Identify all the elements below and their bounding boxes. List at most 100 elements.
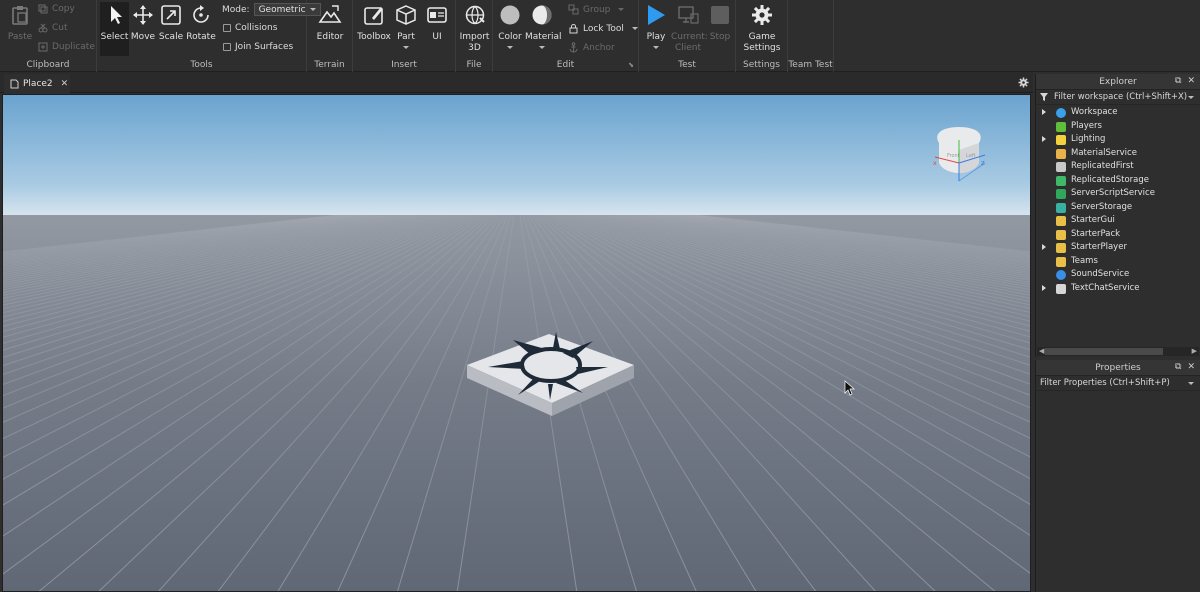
cut-button[interactable]: Cut: [38, 23, 68, 33]
chevron-down-icon[interactable]: [1188, 382, 1194, 385]
group-dropdown-icon[interactable]: [618, 8, 625, 11]
material-dropdown-icon[interactable]: [539, 46, 545, 49]
properties-panel: Properties ⧉ ✕ Filter Properties (Ctrl+Sh…: [1035, 360, 1200, 592]
view-cube[interactable]: Front Left x z: [933, 127, 986, 182]
select-button[interactable]: Select: [100, 2, 129, 56]
properties-filter[interactable]: Filter Properties (Ctrl+Shift+P): [1036, 376, 1200, 391]
scroll-thumb[interactable]: [1045, 348, 1163, 355]
copy-button[interactable]: Copy: [38, 4, 75, 14]
explorer-tree: Workspace Players Lighting MaterialService R…: [1036, 105, 1200, 295]
explorer-item-replicatedstorage[interactable]: ReplicatedStorage: [1036, 174, 1200, 188]
document-tab-bar: Place2 ✕: [0, 72, 1033, 93]
collisions-label: Collisions: [235, 23, 278, 33]
ground-grid: Front Left x z: [3, 127, 1030, 591]
popout-icon[interactable]: ⧉: [1175, 76, 1181, 86]
color-dropdown-icon[interactable]: [507, 46, 513, 49]
part-cube-icon: [396, 5, 416, 25]
explorer-item-label: Players: [1071, 120, 1102, 131]
part-label: Part: [397, 32, 415, 42]
part-dropdown-icon[interactable]: [403, 46, 409, 49]
explorer-item-label: Workspace: [1071, 107, 1118, 117]
explorer-item-starterpack[interactable]: StarterPack: [1036, 228, 1200, 242]
join-surfaces-toggle[interactable]: Join Surfaces: [223, 42, 293, 52]
horizontal-scrollbar[interactable]: ◀ ▶: [1037, 347, 1199, 356]
color-button[interactable]: Color: [497, 2, 523, 49]
explorer-item-replicatedfirst[interactable]: ReplicatedFirst: [1036, 160, 1200, 174]
game-settings-label-line2: Settings: [743, 43, 781, 53]
scroll-left-icon[interactable]: ◀: [1039, 348, 1044, 355]
explorer-item-label: SoundService: [1071, 269, 1130, 279]
clipboard-group: Paste Copy Cut Duplicate Clipboard: [0, 0, 97, 72]
game-settings-button[interactable]: Game Settings: [742, 2, 782, 54]
explorer-item-lighting[interactable]: Lighting: [1036, 133, 1200, 147]
part-with-star-decal[interactable]: [467, 332, 634, 416]
game-settings-label-line1: Game: [748, 32, 776, 42]
client-monitor-icon: [678, 6, 699, 24]
explorer-item-label: ReplicatedFirst: [1071, 161, 1134, 171]
move-button[interactable]: Move: [130, 2, 156, 43]
part-button[interactable]: Part: [394, 2, 418, 49]
stop-label: Stop: [709, 32, 731, 42]
explorer-filter[interactable]: Filter workspace (Ctrl+Shift+X): [1036, 90, 1200, 105]
move-arrows-icon: [133, 5, 153, 25]
scale-label: Scale: [158, 32, 184, 42]
explorer-item-textchatservice[interactable]: TextChatService: [1036, 282, 1200, 296]
collisions-checkbox[interactable]: [223, 24, 231, 32]
3d-viewport[interactable]: Front Left x z: [2, 94, 1031, 592]
lock-tool-dropdown-icon[interactable]: [631, 27, 638, 30]
terrain-group: Editor Terrain: [307, 0, 353, 72]
explorer-item-soundservice[interactable]: SoundService: [1036, 268, 1200, 282]
tab-label: Place2: [23, 78, 53, 89]
explorer-header: Explorer ⧉ ✕: [1036, 74, 1200, 90]
scroll-right-icon[interactable]: ▶: [1192, 348, 1197, 355]
duplicate-button[interactable]: Duplicate: [38, 42, 95, 52]
paste-button[interactable]: Paste: [6, 2, 34, 43]
explorer-item-serverstorage[interactable]: ServerStorage: [1036, 201, 1200, 215]
lock-tool-button[interactable]: Lock Tool: [568, 23, 638, 34]
current-client-button[interactable]: Current: Client: [671, 2, 708, 54]
text-chat-service-icon: [1056, 283, 1066, 294]
replicated-storage-icon: [1056, 175, 1066, 186]
toolbox-button[interactable]: Toolbox: [356, 2, 392, 43]
expand-arrow-icon[interactable]: [1042, 244, 1046, 250]
anchor-button[interactable]: Anchor: [568, 42, 615, 53]
play-button[interactable]: Play: [643, 2, 669, 49]
close-icon[interactable]: ✕: [61, 79, 69, 89]
ui-button[interactable]: UI: [424, 2, 450, 43]
popout-icon[interactable]: ⧉: [1175, 362, 1181, 372]
explorer-item-serverscriptservice[interactable]: ServerScriptService: [1036, 187, 1200, 201]
close-icon[interactable]: ✕: [1187, 76, 1195, 86]
explorer-item-starterplayer[interactable]: StarterPlayer: [1036, 241, 1200, 255]
expand-arrow-icon[interactable]: [1042, 109, 1046, 115]
explorer-item-materialservice[interactable]: MaterialService: [1036, 147, 1200, 161]
scale-button[interactable]: Scale: [158, 2, 184, 43]
close-icon[interactable]: ✕: [1187, 362, 1195, 372]
expand-arrow-icon[interactable]: [1042, 136, 1046, 142]
material-button[interactable]: Material: [525, 2, 562, 49]
join-surfaces-checkbox[interactable]: [223, 43, 231, 51]
import-3d-button[interactable]: Import 3D: [458, 2, 491, 54]
group-button[interactable]: Group: [568, 4, 625, 15]
expand-arrow-icon[interactable]: [1042, 284, 1046, 291]
explorer-item-startergui[interactable]: StarterGui: [1036, 214, 1200, 228]
settings-group-label: Settings: [743, 60, 780, 70]
cursor-arrow-icon: [110, 6, 122, 24]
anchor-icon: [569, 42, 578, 53]
chevron-down-icon[interactable]: [1188, 96, 1194, 99]
team-test-group: Team Test: [788, 0, 834, 72]
terrain-mountain-icon: [318, 5, 342, 23]
cut-label: Cut: [52, 23, 68, 33]
gear-icon[interactable]: [1018, 77, 1029, 88]
axis-x-label: x: [933, 160, 937, 167]
explorer-item-players[interactable]: Players: [1036, 120, 1200, 134]
terrain-editor-button[interactable]: Editor: [313, 2, 347, 43]
collisions-toggle[interactable]: Collisions: [223, 23, 277, 33]
rotate-icon: [193, 5, 209, 23]
explorer-item-teams[interactable]: Teams: [1036, 255, 1200, 269]
material-service-icon: [1056, 148, 1066, 159]
tab-place2[interactable]: Place2 ✕: [4, 74, 70, 93]
play-dropdown-icon[interactable]: [653, 46, 659, 49]
stop-button[interactable]: Stop: [707, 2, 733, 43]
rotate-button[interactable]: Rotate: [186, 2, 216, 43]
explorer-item-workspace[interactable]: Workspace: [1036, 106, 1200, 120]
